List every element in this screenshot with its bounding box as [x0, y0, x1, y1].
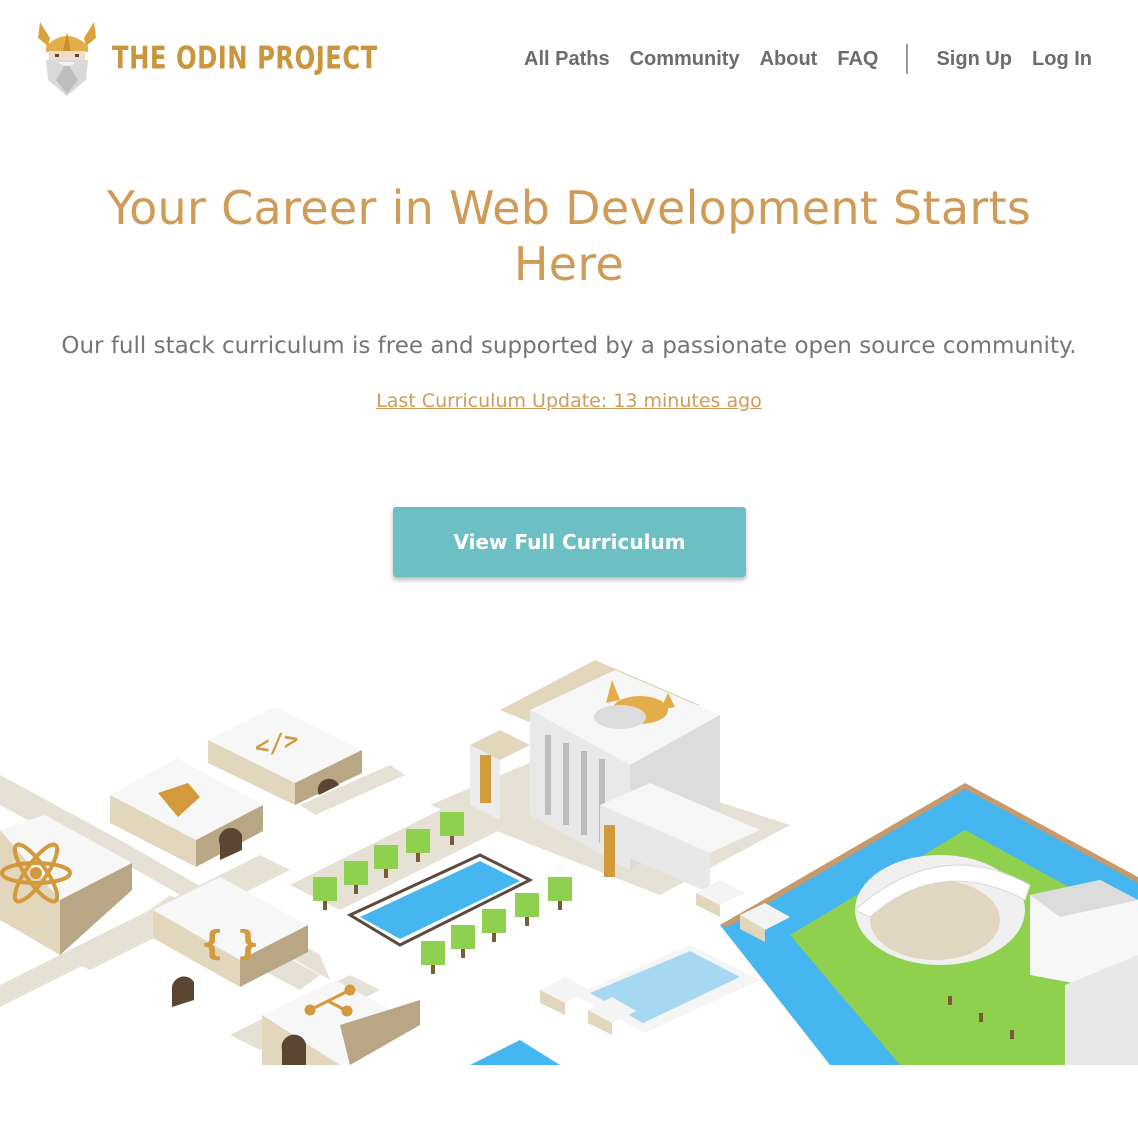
odin-viking-logo-icon: [38, 22, 96, 96]
city-illustration: </> { }: [0, 660, 1138, 1065]
navbar: THE ODIN PROJECT All Paths Community Abo…: [0, 0, 1138, 120]
view-curriculum-button[interactable]: View Full Curriculum: [393, 507, 746, 577]
logo-link[interactable]: THE ODIN PROJECT: [36, 18, 378, 98]
nav-community-link[interactable]: Community: [630, 48, 740, 71]
sign-up-link[interactable]: Sign Up: [936, 48, 1012, 71]
curly-braces-icon: { }: [200, 924, 260, 964]
hero-subtitle: Our full stack curriculum is free and su…: [61, 333, 1077, 359]
building-git: [262, 980, 420, 1065]
building-braces: { }: [153, 877, 308, 1007]
hero-title: Your Career in Web Development Starts He…: [106, 181, 1032, 291]
nav-divider: [906, 44, 909, 74]
log-in-link[interactable]: Log In: [1032, 48, 1092, 71]
nav-faq-link[interactable]: FAQ: [837, 48, 878, 71]
last-update-link[interactable]: Last Curriculum Update: 13 minutes ago: [376, 390, 762, 412]
nav-about-link[interactable]: About: [760, 48, 818, 71]
nav-all-paths-link[interactable]: All Paths: [524, 48, 610, 71]
update-link-wrap: Last Curriculum Update: 13 minutes ago: [0, 390, 1138, 412]
nav-links: All Paths Community About FAQ Sign Up Lo…: [504, 44, 1092, 74]
brand-name: THE ODIN PROJECT: [112, 40, 378, 76]
